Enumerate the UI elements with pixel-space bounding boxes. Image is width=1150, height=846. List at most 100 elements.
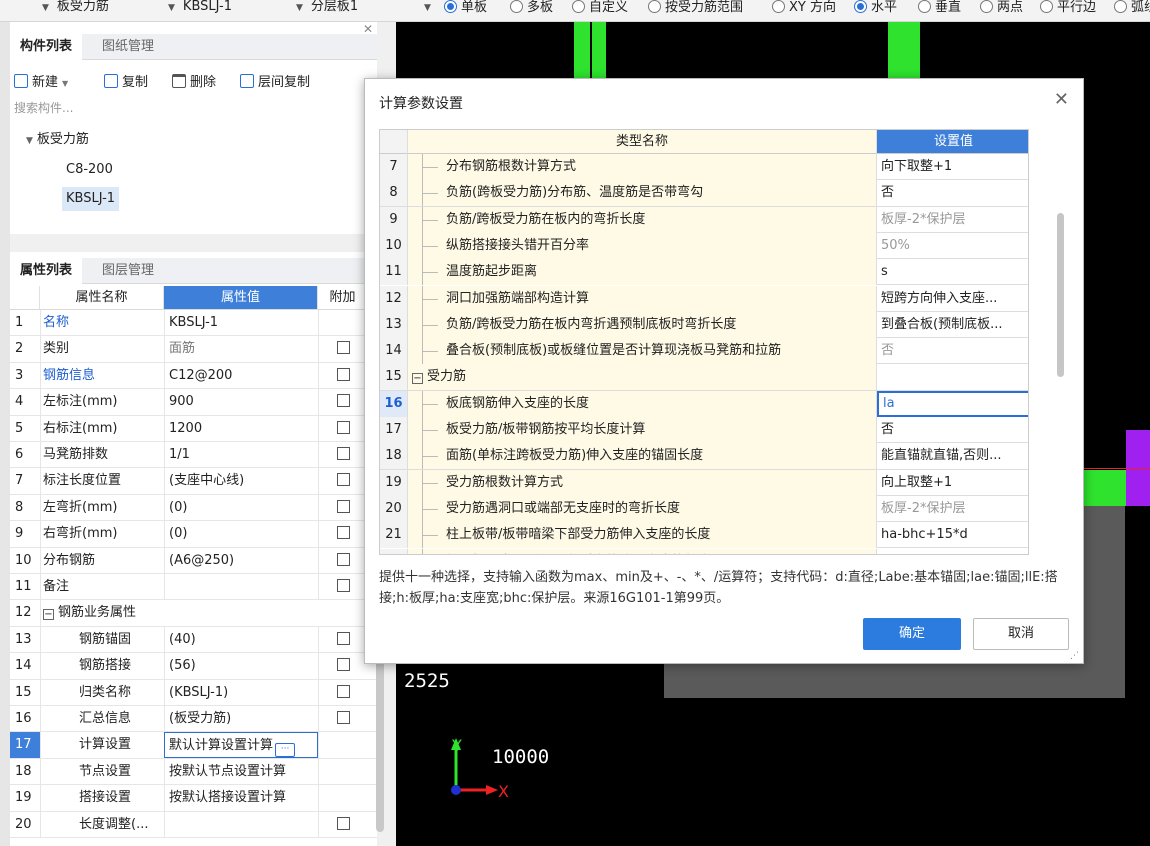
component-type-dropdown[interactable]: ▼ 板受力筋: [42, 0, 109, 18]
extra-checkbox[interactable]: [337, 658, 350, 672]
property-value[interactable]: 900: [164, 389, 318, 416]
property-value[interactable]: (A6@250): [164, 547, 318, 574]
settings-row[interactable]: 7 分布钢筋根数计算方式 向下取整+1: [380, 154, 1028, 181]
setting-value[interactable]: 否: [877, 338, 1028, 364]
radio-parallel-edge[interactable]: 平行边: [1040, 0, 1096, 18]
extra-checkbox[interactable]: [337, 447, 350, 460]
property-value[interactable]: 1/1: [164, 442, 318, 468]
more-options-icon[interactable]: ···: [275, 743, 296, 758]
extra-checkbox[interactable]: [337, 394, 350, 408]
settings-row[interactable]: 18 面筋(单标注跨板受力筋)伸入支座的锚固长度 能直锚就直锚,否则...: [380, 443, 1028, 470]
setting-value[interactable]: 向下取整+1: [877, 154, 1028, 180]
radio-vertical[interactable]: 垂直: [918, 0, 961, 18]
extra-checkbox[interactable]: [337, 499, 350, 513]
setting-value[interactable]: 能直锚就直锚,否则...: [877, 443, 1028, 469]
property-value[interactable]: (支座中心线): [164, 468, 318, 495]
settings-row[interactable]: 12 洞口加强筋端部构造计算 短跨方向伸入支座...: [380, 285, 1028, 312]
table-row[interactable]: 13 钢筋锚固 (40): [10, 626, 377, 654]
table-row[interactable]: 8 左弯折(mm) (0): [10, 494, 377, 522]
table-row[interactable]: 7 标注长度位置 (支座中心线): [10, 468, 377, 495]
property-value[interactable]: (40): [164, 626, 318, 653]
table-row[interactable]: 18 节点设置 按默认节点设置计算: [10, 758, 377, 786]
delete-button[interactable]: 删除: [172, 70, 216, 96]
settings-row[interactable]: 11 温度筋起步距离 s: [380, 259, 1028, 286]
property-value[interactable]: 1200: [164, 415, 318, 442]
settings-row[interactable]: 15− 受力筋: [380, 364, 1028, 391]
table-row[interactable]: 6 马凳筋排数 1/1: [10, 442, 377, 469]
setting-value[interactable]: 短跨方向伸入支座...: [877, 286, 1028, 312]
radio-xy-direction[interactable]: XY 方向: [772, 0, 836, 18]
tab-property-list[interactable]: 属性列表: [10, 258, 83, 284]
settings-row[interactable]: 17 板受力筋/板带钢筋按平均长度计算 否: [380, 417, 1028, 444]
table-row[interactable]: 17 计算设置 默认计算设置计算 ···: [10, 732, 377, 759]
settings-row[interactable]: 9 负筋/跨板受力筋在板内的弯折长度 板厚-2*保护层: [380, 206, 1028, 233]
extra-checkbox[interactable]: [337, 579, 350, 592]
extra-checkbox[interactable]: [337, 631, 350, 645]
radio-horizontal[interactable]: 水平: [854, 0, 897, 18]
extra-checkbox[interactable]: [337, 420, 350, 434]
layer-dropdown[interactable]: ▼ 分层板1: [296, 0, 358, 18]
radio-single-board[interactable]: 单板: [444, 0, 487, 18]
table-row[interactable]: 19 搭接设置 按默认搭接设置计算: [10, 785, 377, 812]
property-value[interactable]: C12@200: [164, 362, 318, 389]
extra-checkbox[interactable]: [337, 552, 350, 566]
component-name-dropdown[interactable]: ▼ KBSLJ-1: [168, 0, 232, 18]
tree-item-kbslj-1[interactable]: KBSLJ-1: [62, 187, 120, 211]
setting-value[interactable]: [877, 364, 1028, 390]
table-row[interactable]: 4 左标注(mm) 900: [10, 389, 377, 416]
property-value[interactable]: KBSLJ-1: [164, 310, 318, 336]
copy-button[interactable]: 复制: [104, 70, 148, 96]
table-row[interactable]: 1 名称 KBSLJ-1: [10, 310, 377, 337]
property-value[interactable]: (KBSLJ-1): [164, 679, 318, 706]
table-row[interactable]: 2 类别 面筋: [10, 336, 377, 363]
setting-value[interactable]: la: [877, 390, 1028, 417]
setting-value[interactable]: 否: [877, 180, 1028, 206]
property-value[interactable]: 按默认搭接设置计算: [164, 785, 318, 812]
settings-row[interactable]: 21 柱上板带/板带暗梁下部受力筋伸入支座的长度 ha-bhc+15*d: [380, 522, 1028, 549]
settings-row[interactable]: 8 负筋(跨板受力筋)分布筋、温度筋是否带弯勾 否: [380, 180, 1028, 207]
setting-value[interactable]: 否: [877, 417, 1028, 443]
setting-value[interactable]: 到叠合板(预制底板...: [877, 312, 1028, 338]
mode-dropdown-arrow[interactable]: ▼: [424, 0, 439, 18]
setting-value[interactable]: 0.6*Lab+15*d: [877, 549, 1028, 555]
tab-drawing-management[interactable]: 图纸管理: [92, 34, 164, 60]
extra-checkbox[interactable]: [337, 684, 350, 698]
settings-row[interactable]: 19 受力筋根数计算方式 向上取整+1: [380, 469, 1028, 496]
settings-row[interactable]: 10 纵筋搭接接头错开百分率 50%: [380, 232, 1028, 260]
tab-layer-management[interactable]: 图层管理: [92, 258, 164, 284]
component-search-input[interactable]: 搜索构件...: [12, 98, 372, 118]
tree-item-c8-200[interactable]: C8-200: [66, 158, 113, 182]
extra-checkbox[interactable]: [337, 341, 350, 355]
tab-component-list[interactable]: 构件列表: [10, 34, 83, 60]
settings-row[interactable]: 22 柱上板带/板带暗梁上部受力筋伸入支座的长度 0.6*Lab+15*d: [380, 548, 1028, 555]
property-value[interactable]: (0): [164, 494, 318, 521]
property-value[interactable]: (板受力筋): [164, 706, 318, 732]
floor-copy-button[interactable]: 层间复制: [240, 70, 310, 96]
table-row[interactable]: 3 钢筋信息 C12@200: [10, 362, 377, 390]
resize-grip-icon[interactable]: ⋰: [1070, 651, 1079, 661]
ok-button[interactable]: 确定: [863, 618, 961, 650]
settings-row[interactable]: 14 叠合板(预制底板)或板缝位置是否计算现浇板马凳筋和拉筋 否: [380, 338, 1028, 365]
extra-checkbox[interactable]: [337, 711, 350, 724]
setting-value[interactable]: s: [877, 259, 1028, 285]
table-row[interactable]: 9 右弯折(mm) (0): [10, 521, 377, 548]
property-value[interactable]: 默认计算设置计算 ···: [164, 732, 318, 759]
property-value[interactable]: [164, 574, 318, 600]
setting-value[interactable]: ha-bhc+15*d: [877, 522, 1028, 548]
table-row[interactable]: 15 归类名称 (KBSLJ-1): [10, 679, 377, 706]
setting-value[interactable]: 板厚-2*保护层: [877, 207, 1028, 233]
radio-rebar-range[interactable]: 按受力筋范围: [648, 0, 743, 18]
radio-custom[interactable]: 自定义: [572, 0, 628, 18]
setting-value[interactable]: 50%: [877, 233, 1028, 259]
collapse-icon[interactable]: −: [43, 609, 54, 621]
dialog-scrollbar[interactable]: [1057, 213, 1064, 377]
settings-row[interactable]: 16 板底钢筋伸入支座的长度 la: [380, 390, 1028, 417]
property-value[interactable]: (0): [164, 521, 318, 548]
settings-row[interactable]: 20 受力筋遇洞口或端部无支座时的弯折长度 板厚-2*保护层: [380, 495, 1028, 523]
setting-value[interactable]: 向上取整+1: [877, 470, 1028, 496]
radio-multi-board[interactable]: 多板: [510, 0, 553, 18]
tree-group-slab-rebar[interactable]: ▼ 板受力筋: [26, 128, 89, 152]
property-value[interactable]: 面筋: [164, 336, 318, 363]
property-value[interactable]: 按默认节点设置计算: [164, 758, 318, 785]
settings-row[interactable]: 13 负筋/跨板受力筋在板内弯折遇预制底板时弯折长度 到叠合板(预制底板...: [380, 311, 1028, 339]
